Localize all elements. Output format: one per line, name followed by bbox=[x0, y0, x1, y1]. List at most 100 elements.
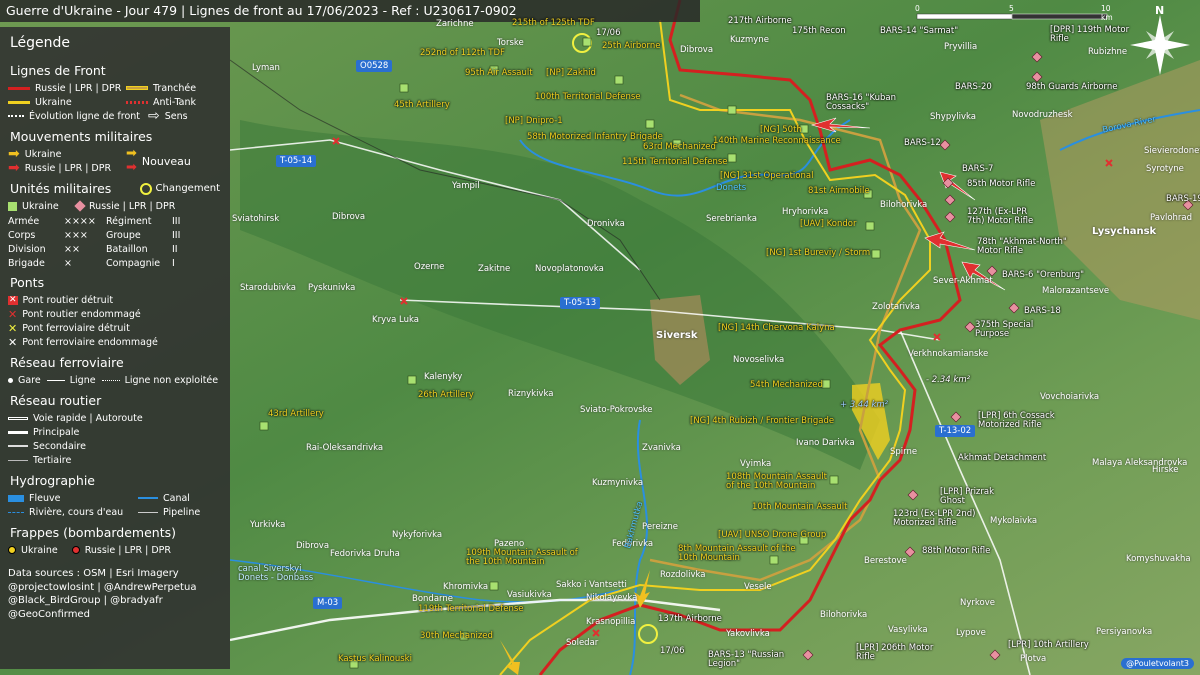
ua-unit-label: [NG] 31st Operational bbox=[720, 171, 814, 181]
town-label: Yakovlivka bbox=[726, 629, 770, 639]
town-label: Dibrova bbox=[332, 212, 366, 222]
ru-unit-label: 85th Motor Rifle bbox=[967, 179, 1036, 189]
town-label: Ivano Darivka bbox=[796, 438, 855, 448]
town-label: Yampil bbox=[452, 181, 480, 191]
town-label: Pavlohrad bbox=[1150, 213, 1193, 223]
unit-size-grid: Armée ×××× Régiment III Corps ××× Groupe III D… bbox=[8, 216, 222, 269]
map-title: Guerre d'Ukraine - Jour 479 | Lignes de … bbox=[0, 0, 700, 22]
town-label: Bondarne bbox=[412, 594, 453, 604]
source-line: @projectowlosint | @AndrewPerpetua bbox=[8, 581, 197, 593]
town-label: Berestove bbox=[864, 556, 907, 566]
legend-change: Changement bbox=[155, 183, 220, 194]
ru-unit-label: BARS-13 "Russian Legion" bbox=[708, 650, 785, 669]
ru-unit-label: Akhmat Detachment bbox=[958, 453, 1047, 463]
legend-direction: Sens bbox=[164, 110, 188, 122]
unit-size-symbol: ×× bbox=[64, 244, 80, 255]
legend-antitank: Anti-Tank bbox=[153, 96, 197, 108]
legend-units-heading: Unités militaires bbox=[10, 181, 112, 196]
town-label: Riznykivka bbox=[508, 389, 554, 399]
legend-river: Rivière, cours d'eau bbox=[29, 506, 124, 518]
legend-rail-line: Ligne bbox=[69, 374, 96, 386]
town-label: Rubizhne bbox=[1088, 47, 1128, 57]
legend-road-item: Secondaire bbox=[33, 440, 86, 452]
town-label: Mykolaivka bbox=[990, 516, 1038, 526]
town-label: Pereizne bbox=[642, 522, 679, 532]
ua-unit-label: 8th Mountain Assault of the 10th Mountai… bbox=[678, 544, 796, 563]
new-russia-arrow-icon: ➡ bbox=[126, 160, 137, 175]
ru-unit-label: 78th "Akhmat-North" Motor Rifle bbox=[977, 237, 1067, 256]
legend-trench: Tranchée bbox=[153, 82, 197, 94]
town-label: Vovchoiarivka bbox=[1040, 392, 1100, 402]
town-label: Zakitne bbox=[478, 264, 511, 274]
legend-strike-ukraine: Ukraine bbox=[21, 544, 58, 556]
ru-unit-label: 137th Airborne bbox=[658, 614, 722, 624]
legend-front-heading: Lignes de Front bbox=[10, 63, 106, 78]
river-label-donets: Donets bbox=[716, 183, 747, 193]
ru-unit-label: [DPR] 119th Motor Rifle bbox=[1050, 25, 1130, 44]
town-label: Torske bbox=[497, 38, 524, 48]
legend-panel: Légende Lignes de Front Russie | LPR | D… bbox=[0, 27, 230, 669]
road-badge-t0513: T-05-13 bbox=[560, 297, 601, 309]
ua-unit-label: 63rd Mechanized bbox=[643, 142, 716, 152]
town-label: Sievierodonetsk bbox=[1144, 146, 1200, 156]
ua-unit-label: 30th Mechanized bbox=[420, 631, 493, 641]
ru-unit-label: 88th Motor Rifle bbox=[922, 546, 991, 556]
ua-unit-label: [NP] Dnipro-1 bbox=[505, 116, 563, 126]
ua-unit-label: 54th Mechanized bbox=[750, 380, 823, 390]
legend-unit-ukraine: Ukraine bbox=[22, 200, 59, 212]
legend-bridges-heading: Ponts bbox=[10, 275, 45, 290]
unit-size-symbol: II bbox=[172, 244, 178, 255]
ua-unit-label: [NG] 1st Bureviy / Storm bbox=[766, 248, 871, 258]
ru-unit-label: [LPR] 206th Motor Rifle bbox=[856, 643, 934, 662]
author-credit[interactable]: @Pouletvolant3 bbox=[1121, 658, 1194, 669]
unit-size-name: Corps bbox=[8, 230, 36, 241]
town-label: Zvanivka bbox=[642, 443, 681, 453]
town-label: Pazeno bbox=[494, 539, 525, 549]
ua-unit-label: 115th Territorial Defense bbox=[622, 157, 728, 167]
ru-unit-label: [LPR] 10th Artillery bbox=[1008, 640, 1089, 650]
area-gain-label: + 3.44 km² bbox=[840, 400, 889, 410]
north-label: N bbox=[1155, 4, 1165, 17]
rail-bridge-damaged-icon: ✕ bbox=[8, 335, 18, 349]
town-label: Nikolayevka bbox=[586, 593, 638, 603]
legend-new: Nouveau bbox=[141, 154, 191, 168]
town-label: Persiyanovka bbox=[1096, 627, 1153, 637]
ru-unit-label: 375th Special Purpose bbox=[975, 320, 1034, 339]
ru-unit-label: [LPR] Prizrak Ghost bbox=[940, 487, 995, 506]
legend-station: Gare bbox=[18, 374, 41, 386]
ukraine-arrow-icon: ➡ bbox=[8, 146, 20, 162]
town-label: Malorazantseve bbox=[1042, 286, 1110, 296]
town-label: Bilohorivka bbox=[820, 610, 868, 620]
date-label-2: 17/06 bbox=[660, 646, 685, 656]
town-label: Vasiukivka bbox=[507, 590, 552, 600]
town-label: Hryhorivka bbox=[782, 207, 829, 217]
ru-unit-label: BARS-7 bbox=[962, 164, 994, 174]
station-icon bbox=[8, 377, 13, 383]
town-label: Lyman bbox=[252, 63, 280, 73]
unit-size-symbol: ×××× bbox=[64, 216, 96, 227]
source-line: @GeoConfirmed bbox=[8, 608, 90, 620]
legend-strikes-heading: Frappes (bombardements) bbox=[10, 525, 176, 540]
direction-arrow-icon: ⇨ bbox=[148, 108, 160, 124]
ua-unit-label: 108th Mountain Assault of the 10th Mount… bbox=[726, 472, 827, 491]
town-label: Novoselivka bbox=[733, 355, 785, 365]
scale-label-0: 0 bbox=[915, 4, 920, 13]
ua-unit-label: [NP] Zakhid bbox=[546, 68, 596, 78]
ua-unit-label: 95th Air Assault bbox=[465, 68, 533, 78]
town-label: Dronivka bbox=[587, 219, 625, 229]
russia-arrow-icon: ➡ bbox=[8, 160, 20, 176]
town-label: Nykyforivka bbox=[392, 530, 443, 540]
change-circle-icon bbox=[139, 182, 152, 195]
russia-strike-icon bbox=[71, 546, 80, 554]
ua-unit-label: [UAV] Kondor bbox=[800, 219, 857, 229]
ru-unit-label: 98th Guards Airborne bbox=[1026, 82, 1118, 92]
town-label: Nyrkove bbox=[960, 598, 995, 608]
legend-move-russia: Russie | LPR | DPR bbox=[24, 162, 112, 174]
road-bridge-destroyed-icon: ✕ bbox=[8, 294, 18, 305]
town-label: Yurkivka bbox=[250, 520, 286, 530]
town-label: Starodubivka bbox=[240, 283, 296, 293]
legend-road-item: Principale bbox=[33, 426, 80, 438]
ru-unit-label: BARS-16 "Kuban Cossacks" bbox=[826, 93, 896, 112]
town-label: Vyimka bbox=[740, 459, 772, 469]
legend-rail-heading: Réseau ferroviaire bbox=[10, 355, 124, 370]
